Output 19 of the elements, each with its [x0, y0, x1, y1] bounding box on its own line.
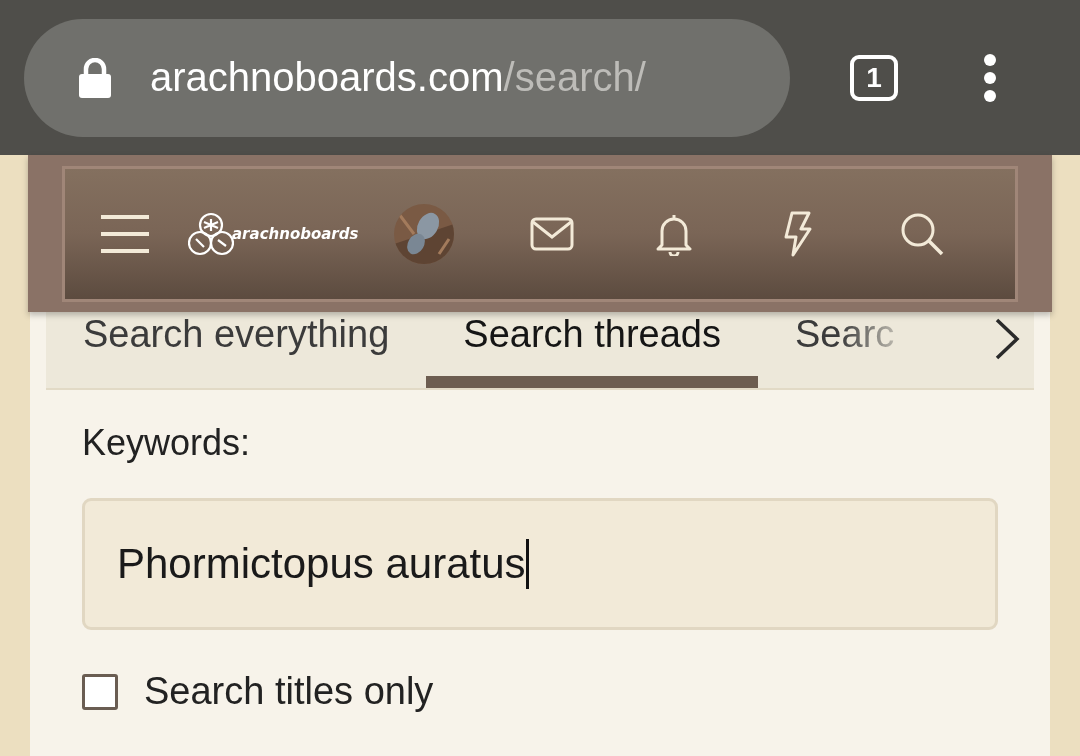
keywords-label: Keywords:: [82, 422, 252, 464]
url-host: arachnoboards.com: [150, 55, 504, 99]
checkbox[interactable]: [82, 673, 118, 710]
checkbox-label[interactable]: Search titles only: [144, 670, 434, 713]
logo-wordmark[interactable]: arachnoboards: [232, 225, 359, 243]
search-icon[interactable]: [900, 212, 945, 256]
spider-logo-icon: [188, 212, 234, 256]
menu-icon[interactable]: [100, 214, 150, 254]
url-path: /search/: [503, 55, 646, 99]
more-menu-icon[interactable]: [982, 52, 998, 103]
chevron-right-icon[interactable]: [994, 317, 1020, 361]
mail-icon[interactable]: [530, 217, 575, 251]
address-bar[interactable]: arachnoboards.com/search/: [24, 18, 790, 137]
tab-count-button[interactable]: 1: [850, 54, 898, 101]
lock-icon: [78, 57, 112, 98]
keywords-field[interactable]: Phormictopus auratus: [82, 498, 998, 630]
search-tab[interactable]: Searc: [758, 312, 895, 388]
search-tab[interactable]: Search everything: [46, 312, 427, 388]
lightning-bolt-icon[interactable]: [782, 211, 813, 257]
